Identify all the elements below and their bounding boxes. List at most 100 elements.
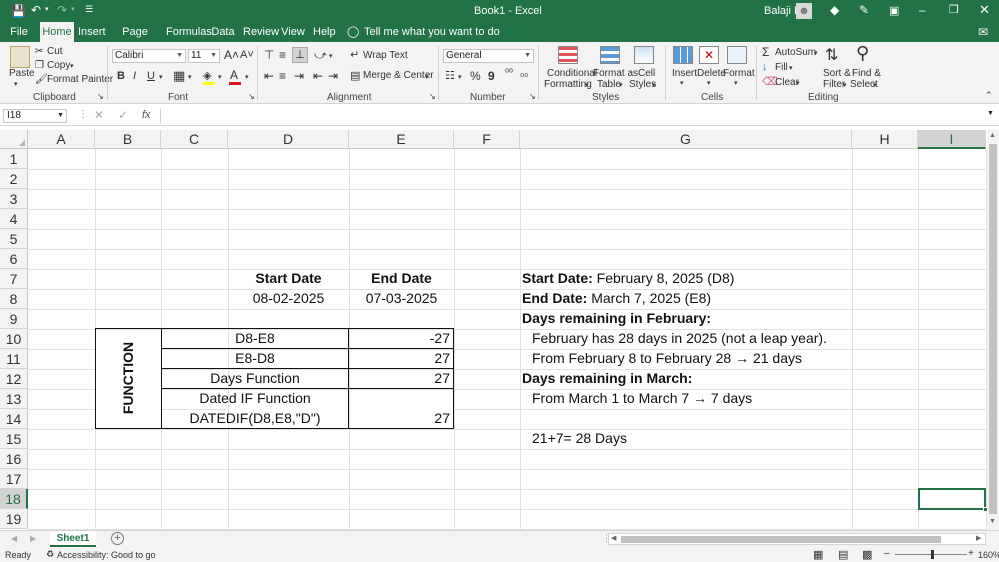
- clipboard-icon[interactable]: [10, 46, 30, 68]
- tab-insert[interactable]: Insert: [78, 22, 106, 42]
- add-sheet-icon[interactable]: +: [111, 532, 124, 545]
- align-top-icon[interactable]: ⊤: [264, 48, 274, 62]
- cancel-icon[interactable]: ✕: [94, 108, 104, 122]
- find-select-label-1[interactable]: Find &: [852, 68, 881, 79]
- autosum-button[interactable]: AutoSum: [775, 47, 816, 58]
- insert-cells-icon[interactable]: [673, 46, 693, 64]
- column-header-a[interactable]: A: [28, 130, 95, 149]
- format-as-table-label-1[interactable]: Format as: [593, 68, 638, 79]
- alignment-launcher-icon[interactable]: ↘: [429, 92, 436, 101]
- search-icon[interactable]: ⚲: [856, 43, 869, 64]
- restore-icon[interactable]: ❐: [949, 3, 959, 16]
- page-layout-view-icon[interactable]: ▤: [838, 548, 848, 561]
- normal-view-icon[interactable]: ▦: [813, 548, 823, 561]
- tab-file[interactable]: File: [6, 22, 32, 42]
- align-bottom-icon[interactable]: ⊥: [292, 47, 308, 63]
- conditional-formatting-icon[interactable]: [558, 46, 578, 64]
- accessibility-status[interactable]: Accessibility: Good to go: [57, 550, 156, 560]
- clipboard-launcher-icon[interactable]: ↘: [97, 92, 104, 101]
- horizontal-scrollbar[interactable]: ◀ ▶: [608, 533, 986, 545]
- orientation-dropdown-icon[interactable]: ▾: [329, 52, 333, 60]
- cell-d8[interactable]: 08-02-2025: [228, 290, 349, 306]
- increase-indent-icon[interactable]: ⇥: [328, 69, 338, 83]
- cell-d14[interactable]: DATEDIF(D8,E8,"D"): [162, 410, 348, 426]
- undo-dropdown-icon[interactable]: ▾: [45, 5, 49, 13]
- insert-dropdown-icon[interactable]: ▾: [680, 79, 684, 87]
- autosum-icon[interactable]: Σ: [762, 45, 769, 59]
- minimize-icon[interactable]: –: [919, 3, 926, 17]
- tab-view[interactable]: View: [281, 22, 305, 42]
- comma-button[interactable]: 9: [488, 69, 495, 83]
- delete-dropdown-icon[interactable]: ▾: [707, 79, 711, 87]
- next-sheet-icon[interactable]: ▶: [30, 534, 36, 543]
- underline-dropdown-icon[interactable]: ▾: [159, 73, 163, 81]
- column-header-d[interactable]: D: [228, 130, 349, 149]
- shrink-font-button[interactable]: A˅: [240, 49, 254, 61]
- tab-review[interactable]: Review: [243, 22, 279, 42]
- clear-dropdown-icon[interactable]: ▾: [796, 79, 800, 87]
- column-header-g[interactable]: G: [520, 130, 852, 149]
- column-header-i[interactable]: I: [918, 130, 986, 149]
- diamond-icon[interactable]: ◆: [830, 3, 839, 17]
- tab-help[interactable]: Help: [313, 22, 336, 42]
- cell-g10[interactable]: February has 28 days in 2025 (not a leap…: [532, 330, 827, 346]
- fill-color-icon[interactable]: ◈: [203, 69, 211, 82]
- save-icon[interactable]: 💾: [11, 4, 26, 18]
- format-dropdown-icon[interactable]: ▾: [734, 79, 738, 87]
- cell-g8[interactable]: End Date: March 7, 2025 (E8): [522, 290, 711, 306]
- scroll-right-icon[interactable]: ▶: [976, 534, 981, 542]
- format-as-table-icon[interactable]: [600, 46, 620, 64]
- ribbon-display-icon[interactable]: ▣: [889, 4, 899, 17]
- column-header-f[interactable]: F: [454, 130, 520, 149]
- cell-d10[interactable]: D8-E8: [162, 330, 348, 346]
- redo-icon[interactable]: ↷: [57, 3, 67, 17]
- cell-e14[interactable]: 27: [349, 410, 450, 426]
- conditional-dropdown-icon[interactable]: ▾: [585, 81, 589, 89]
- fill-button[interactable]: Fill: [775, 62, 788, 73]
- pen-icon[interactable]: ✎: [859, 3, 869, 17]
- expand-formula-icon[interactable]: ▼: [987, 110, 994, 117]
- align-right-icon[interactable]: ⇥: [294, 69, 304, 83]
- cell-styles-icon[interactable]: [634, 46, 654, 64]
- cell-d12[interactable]: Days Function: [162, 370, 348, 386]
- insert-cells-button[interactable]: Insert: [672, 68, 697, 79]
- font-color-dropdown-icon[interactable]: ▾: [245, 73, 249, 81]
- redo-dropdown-icon[interactable]: ▾: [71, 5, 75, 13]
- row-header-12[interactable]: 12: [0, 369, 28, 389]
- scroll-down-icon[interactable]: ▼: [989, 518, 996, 525]
- undo-icon[interactable]: ↶: [31, 3, 41, 17]
- number-format-combo[interactable]: General ▼: [443, 49, 534, 63]
- delete-cells-icon[interactable]: ✕: [699, 46, 719, 64]
- format-as-table-label-2[interactable]: Table: [597, 79, 621, 90]
- cell-e7[interactable]: End Date: [349, 270, 454, 286]
- cell-g13[interactable]: From March 1 to March 7 → 7 days: [532, 390, 752, 406]
- prev-sheet-icon[interactable]: ◀: [11, 534, 17, 543]
- page-break-view-icon[interactable]: ▩: [862, 548, 872, 561]
- formula-input[interactable]: [160, 108, 996, 124]
- align-middle-icon[interactable]: ≡: [279, 48, 286, 62]
- avatar[interactable]: ☻: [796, 3, 812, 19]
- sort-filter-icon[interactable]: ⇅: [825, 45, 838, 65]
- row-header-18[interactable]: 18: [0, 489, 28, 509]
- row-header-10[interactable]: 10: [0, 329, 28, 349]
- row-header-4[interactable]: 4: [0, 209, 28, 229]
- cut-button[interactable]: Cut: [47, 46, 63, 57]
- percent-button[interactable]: %: [470, 69, 481, 83]
- cell-d13[interactable]: Dated IF Function: [162, 390, 348, 406]
- font-name-combo[interactable]: Calibri ▼: [112, 49, 186, 63]
- customize-toolbar-icon[interactable]: ☰: [85, 4, 93, 15]
- row-header-9[interactable]: 9: [0, 309, 28, 329]
- cell-e8[interactable]: 07-03-2025: [349, 290, 454, 306]
- column-header-c[interactable]: C: [161, 130, 228, 149]
- cell-d11[interactable]: E8-D8: [162, 350, 348, 366]
- align-left-icon[interactable]: ⇤: [264, 69, 274, 83]
- close-icon[interactable]: ✕: [979, 2, 990, 18]
- zoom-out-icon[interactable]: –: [884, 548, 890, 559]
- underline-button[interactable]: U: [147, 70, 155, 82]
- row-header-5[interactable]: 5: [0, 229, 28, 249]
- row-header-3[interactable]: 3: [0, 189, 28, 209]
- brush-icon[interactable]: 🖌: [35, 74, 48, 85]
- paste-button[interactable]: Paste: [9, 68, 35, 79]
- font-size-combo[interactable]: 11 ▼: [188, 49, 220, 63]
- cell-g11[interactable]: From February 8 to February 28 → 21 days: [532, 350, 802, 366]
